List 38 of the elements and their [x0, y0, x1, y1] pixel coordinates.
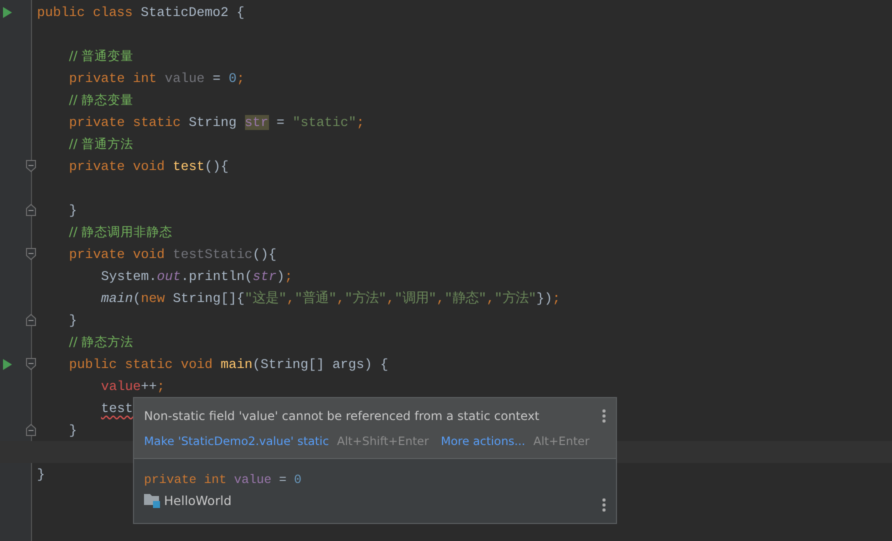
code-line: } — [37, 466, 45, 482]
code-line: // 普通变量 — [69, 48, 134, 64]
error-message: Non-static field 'value' cannot be referenced from a static context — [144, 409, 540, 423]
code-line: public static void main(String[] args) { — [69, 356, 388, 372]
module-name: HelloWorld — [164, 493, 232, 508]
code-editor[interactable] — [0, 0, 892, 541]
fold-icon[interactable] — [26, 358, 36, 370]
fold-icon[interactable] — [26, 160, 36, 172]
code-line: // 静态变量 — [69, 92, 134, 108]
more-options-icon[interactable] — [602, 498, 606, 512]
code-line: // 静态调用非静态 — [69, 224, 172, 240]
shortcut-hint: Alt+Shift+Enter — [336, 434, 429, 448]
code-line: main(new String[]{"这是","普通","方法","调用","静态","方法"}); — [101, 290, 560, 307]
code-line: // 普通方法 — [69, 136, 134, 152]
code-line: private void testStatic(){ — [69, 246, 276, 262]
more-options-icon[interactable] — [602, 409, 606, 423]
code-line: value++; — [101, 378, 165, 394]
code-line: private static String str = "static"; — [69, 114, 364, 130]
run-icon[interactable] — [3, 7, 12, 18]
fold-icon[interactable] — [26, 314, 36, 326]
fold-icon[interactable] — [26, 248, 36, 260]
folder-icon — [144, 493, 160, 508]
fold-icon[interactable] — [26, 424, 36, 436]
code-line: System.out.println(str); — [101, 268, 293, 284]
quick-fix-link[interactable]: More actions... — [440, 434, 526, 448]
code-line: public class StaticDemo2 { — [37, 4, 244, 20]
code-line: } — [69, 312, 77, 328]
code-line: private int value = 0; — [69, 70, 245, 86]
run-icon[interactable] — [3, 359, 12, 370]
field-declaration: private int value = 0 — [144, 473, 302, 487]
shortcut-hint: Alt+Enter — [533, 434, 590, 448]
code-line: // 静态方法 — [69, 334, 134, 350]
quick-fix-link[interactable]: Make 'StaticDemo2.value' static — [144, 434, 329, 448]
code-line: } — [69, 202, 77, 218]
fold-icon[interactable] — [26, 204, 36, 216]
code-line: test — [101, 400, 133, 416]
code-line: } — [69, 422, 77, 438]
code-line: private void test(){ — [69, 158, 229, 174]
